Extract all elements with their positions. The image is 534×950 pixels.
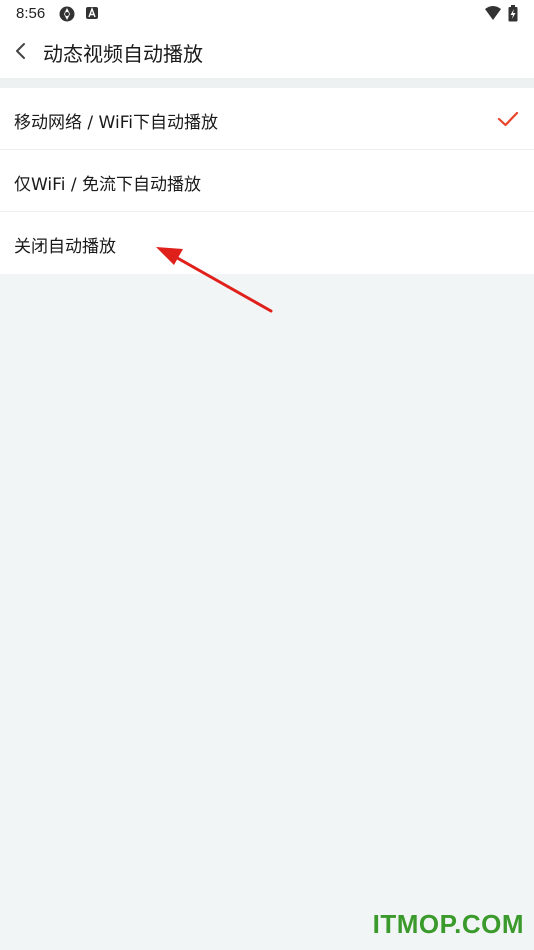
watermark-logo: ITMOP.COM: [372, 909, 524, 939]
sync-icon: [59, 6, 75, 22]
section-divider: [0, 78, 534, 88]
battery-charging-icon: [508, 5, 518, 22]
status-time: 8:56: [16, 5, 46, 22]
option-label: 仅WiFi / 免流下自动播放: [14, 175, 201, 195]
wifi-icon: [485, 6, 501, 20]
status-bar: 8:56: [0, 0, 534, 28]
checkmark-icon: [497, 111, 519, 127]
screen: 8:56 动态视频自动播放 移动网络 / WiFi下自动播放 仅WiFi / 免…: [0, 0, 534, 950]
chevron-left-icon[interactable]: [8, 38, 34, 64]
option-label: 关闭自动播放: [14, 237, 116, 257]
a-notification-icon: [86, 7, 98, 19]
page-title: 动态视频自动播放: [43, 42, 203, 66]
option-mobile-and-wifi[interactable]: 移动网络 / WiFi下自动播放: [0, 88, 534, 150]
option-autoplay-off[interactable]: 关闭自动播放: [0, 212, 534, 274]
option-label: 移动网络 / WiFi下自动播放: [14, 113, 218, 133]
autoplay-options-list: 移动网络 / WiFi下自动播放 仅WiFi / 免流下自动播放 关闭自动播放: [0, 88, 534, 274]
header-bar: 动态视频自动播放: [0, 28, 534, 78]
option-wifi-only[interactable]: 仅WiFi / 免流下自动播放: [0, 150, 534, 212]
